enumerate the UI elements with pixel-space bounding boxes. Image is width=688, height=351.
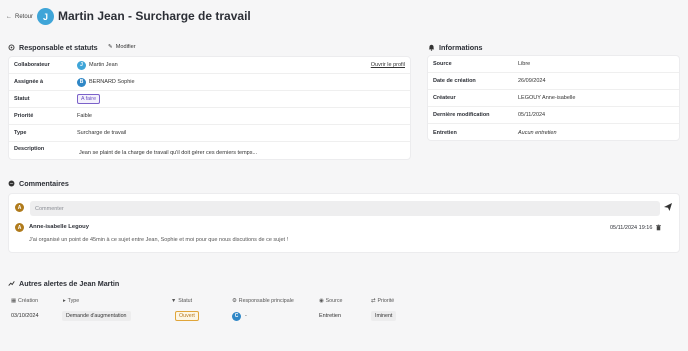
source-icon: ◉ [319, 298, 324, 304]
info-row: Dernière modification 05/11/2024 [428, 107, 679, 124]
info-row: Source Libre [428, 56, 679, 73]
cell-statut: Ouvert [175, 311, 199, 321]
row-assignee: Assignée à B BERNARD Sophie [9, 74, 410, 91]
row-statut: Statut A faire [9, 91, 410, 108]
bell-icon [428, 44, 435, 51]
calendar-icon: ▦ [11, 298, 17, 304]
informations-section-title: Informations [428, 43, 483, 52]
avatar: J [37, 8, 54, 25]
gear-icon [8, 44, 15, 51]
row-priorite: Priorité Faible [9, 108, 410, 125]
back-label: Retour [15, 14, 34, 20]
filter-icon: ▼ [171, 298, 177, 304]
comment-author: Anne-isabelle Legouy [29, 224, 89, 230]
edit-button[interactable]: ✎ Modifier [108, 44, 136, 50]
cell-priorite: Iminent [371, 311, 397, 321]
info-row: Entretien Aucun entretien [433, 129, 557, 136]
open-profile-link[interactable]: Ouvrir le profil [371, 62, 405, 68]
cell-creation: 03/10/2024 [11, 313, 39, 319]
status-badge: Ouvert [175, 311, 199, 321]
arrows-icon: ⇄ [371, 298, 376, 304]
avatar: C [232, 311, 241, 321]
comment-date: 05/11/2024 19:16 [610, 225, 653, 231]
comments-section-title: Commentaires [8, 179, 69, 188]
informations-card: Source Libre Date de création 26/09/2024… [427, 55, 680, 141]
gear-icon: ⚙ [232, 298, 237, 304]
info-row: Créateur LEGOUY Anne-isabelle [428, 90, 679, 107]
comment-icon [8, 180, 15, 187]
column-header-priorite[interactable]: ⇄ Priorité [371, 298, 394, 304]
info-row: Date de création 26/09/2024 [428, 73, 679, 90]
cell-type: Demande d'augmentation [62, 311, 131, 321]
column-header-creation[interactable]: ▦ Création [11, 298, 38, 304]
row-collaborateur: Collaborateur J Martin Jean Ouvrir le pr… [9, 57, 410, 74]
avatar: J [77, 60, 86, 70]
cell-responsable: C - [232, 311, 247, 321]
description-text: Jean se plaint de la charge de travail q… [79, 150, 258, 156]
trend-icon [8, 280, 15, 287]
alerts-section-title: Autres alertes de Jean Martin [8, 279, 119, 288]
column-header-source[interactable]: ◉ Source [319, 298, 342, 304]
column-header-statut[interactable]: ▼ Statut [171, 298, 192, 304]
page-title: Martin Jean - Surcharge de travail [58, 9, 251, 23]
avatar: B [77, 77, 86, 87]
comment-text: J'ai organisé un point de 45min à ce suj… [29, 237, 289, 243]
column-header-type[interactable]: ▸ Type [63, 298, 79, 304]
comment-input[interactable]: Commenter [30, 201, 660, 216]
send-icon[interactable] [663, 202, 673, 214]
row-description: Description Jean se plaint de la charge … [14, 146, 258, 156]
pencil-icon: ✎ [108, 44, 113, 50]
status-badge[interactable]: A faire [77, 94, 101, 104]
avatar: A [15, 223, 24, 232]
column-header-responsable[interactable]: ⚙ Responsable principale [232, 298, 294, 304]
tag-icon: ▸ [63, 298, 66, 304]
row-type: Type Surcharge de travail [9, 125, 410, 142]
avatar: A [15, 203, 24, 212]
responsable-card: Collaborateur J Martin Jean Ouvrir le pr… [8, 56, 411, 160]
comments-card: A Commenter A Anne-isabelle Legouy 05/11… [8, 193, 680, 253]
trash-icon[interactable] [655, 224, 662, 233]
cell-source: Entretien [319, 313, 342, 319]
responsable-section-title: Responsable et statuts [8, 43, 98, 52]
back-button[interactable]: ← Retour [6, 14, 33, 20]
arrow-left-icon: ← [6, 14, 12, 20]
